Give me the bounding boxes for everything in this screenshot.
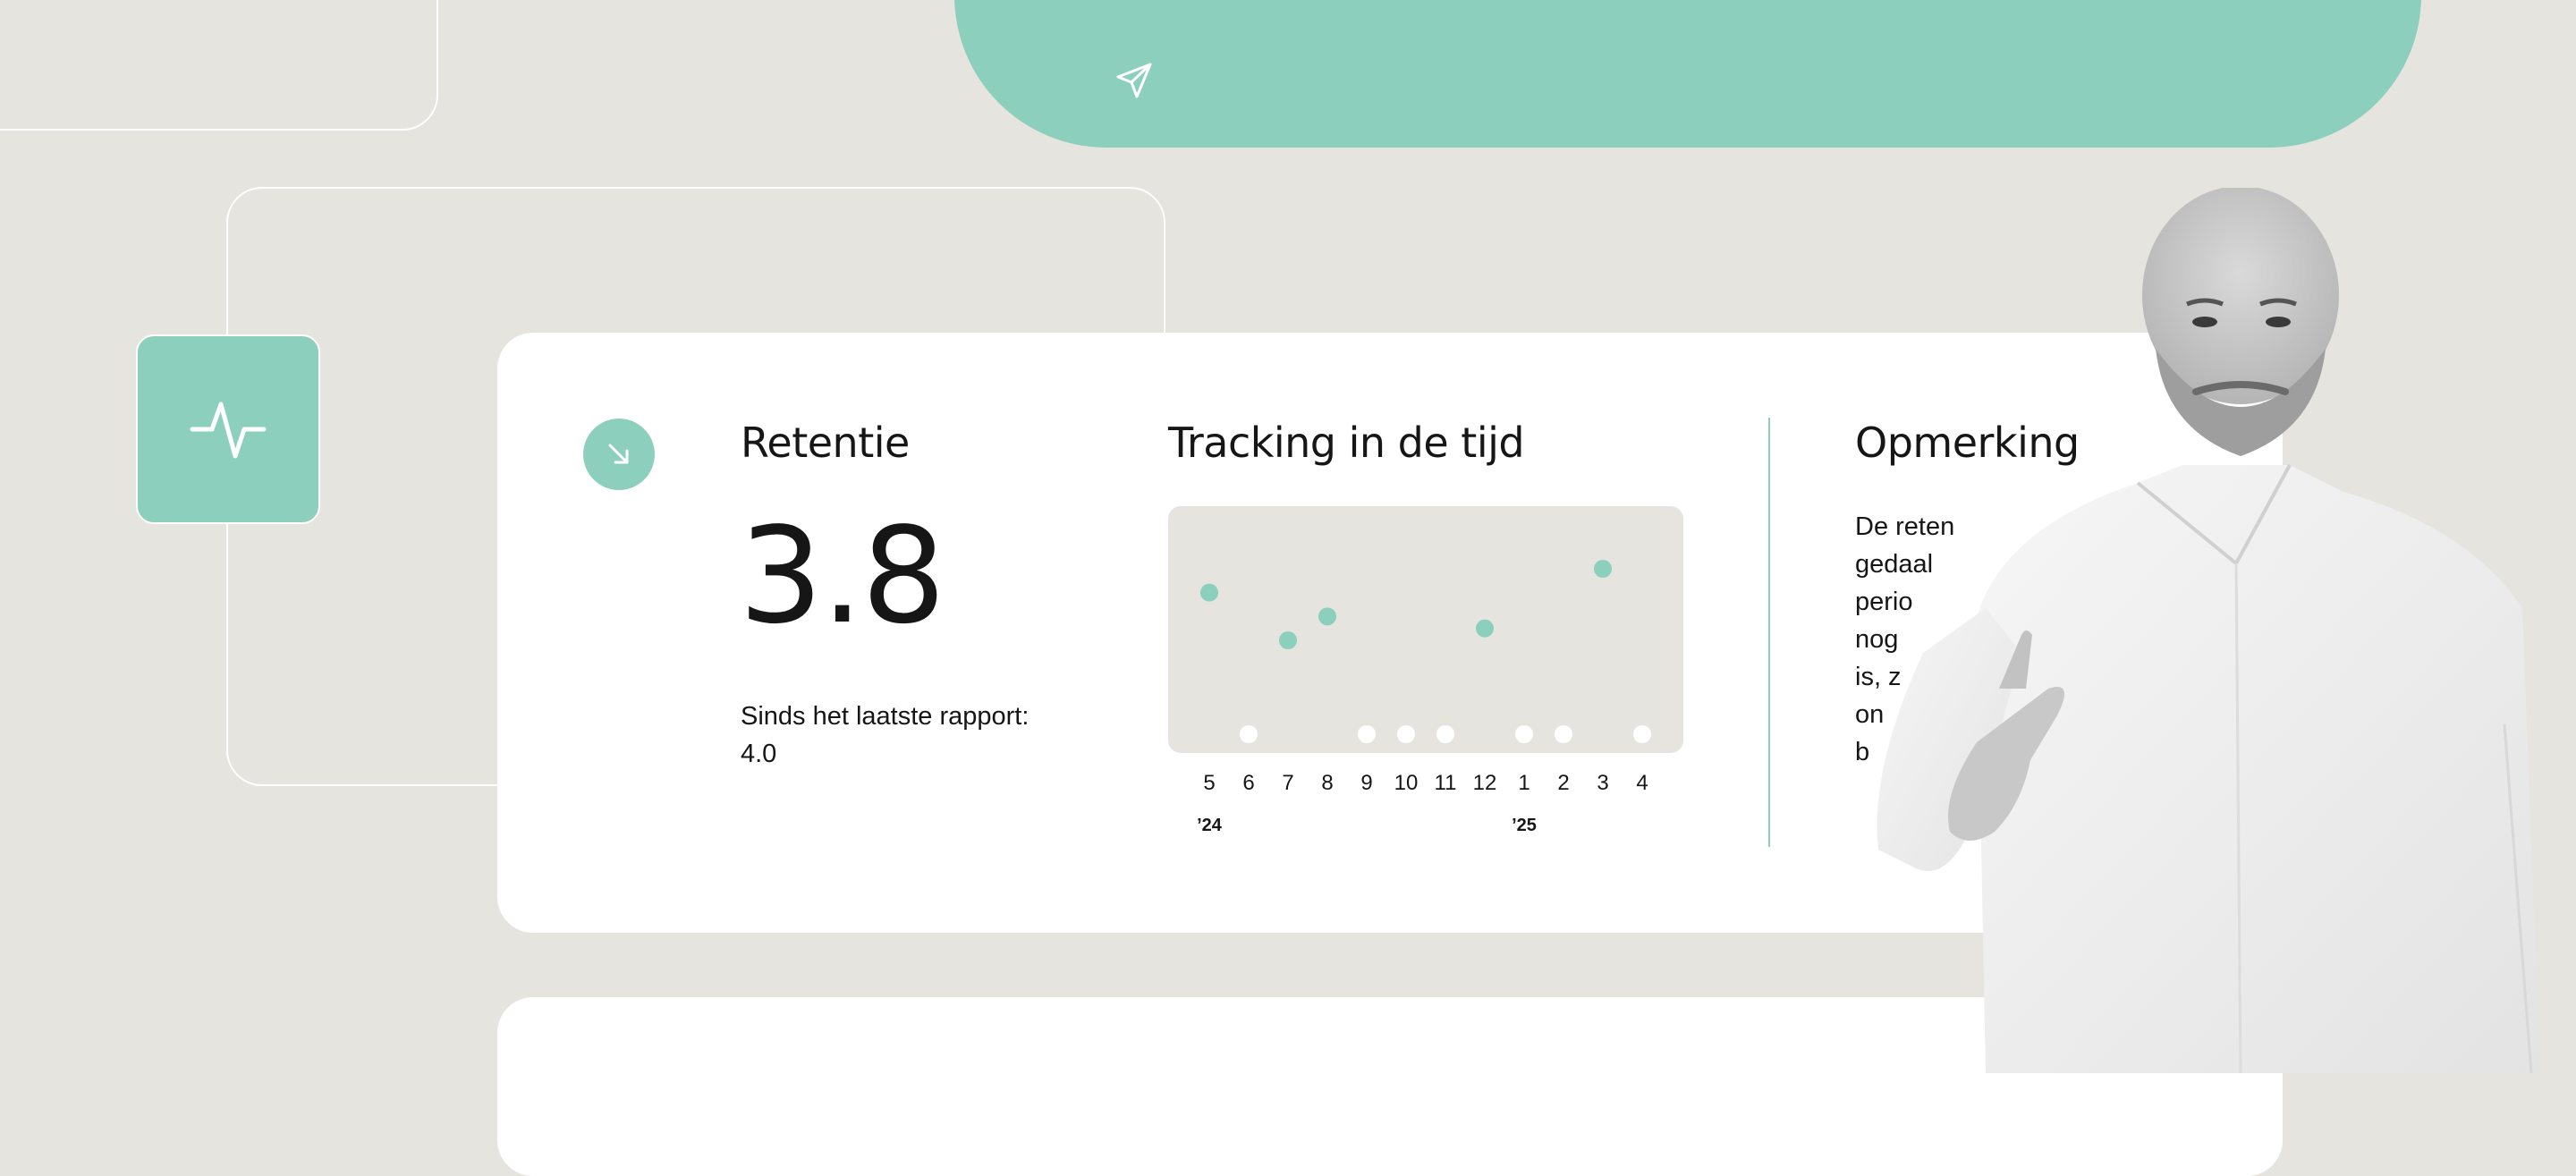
previous-report-label: Sinds het laatste rapport:: [741, 702, 1030, 731]
chart-point: [1594, 560, 1612, 578]
chart-point: [1476, 619, 1494, 638]
tracking-title: Tracking in de tijd: [1168, 419, 1525, 467]
background-outline-frame: [0, 0, 438, 131]
previous-report-value: 4.0: [741, 740, 777, 768]
tracking-chart: [1168, 506, 1683, 753]
chart-point: [1633, 725, 1651, 743]
chart-tick-label: 8: [1321, 771, 1334, 795]
chart-year-label: ’24: [1197, 816, 1222, 835]
metric-title: Retentie: [741, 419, 910, 467]
chart-point: [1358, 725, 1376, 743]
chart-tick-label: 5: [1203, 771, 1216, 795]
chart-point: [1397, 725, 1415, 743]
chart-tick-label: 10: [1394, 771, 1419, 795]
chart-tick-label: 6: [1242, 771, 1255, 795]
send-icon[interactable]: [1113, 59, 1156, 102]
chart-tick-label: 2: [1557, 771, 1570, 795]
trend-badge: [583, 419, 655, 490]
previous-report: Sinds het laatste rapport: 4.0: [741, 698, 1098, 773]
presenter-photo: [1843, 186, 2576, 1074]
tracking-chart-svg: [1200, 560, 1651, 743]
header-banner: [954, 0, 2421, 148]
chart-point: [1318, 607, 1336, 626]
metric-value: 3.8: [739, 499, 945, 653]
chart-point: [1515, 725, 1533, 743]
chart-point: [1555, 725, 1572, 743]
chart-point: [1240, 725, 1258, 743]
arrow-down-right-icon: [608, 444, 629, 464]
chart-point: [1200, 583, 1218, 602]
chart-tick-label: 11: [1434, 771, 1457, 795]
chart-tick-label: 4: [1636, 771, 1648, 795]
chart-year-label: ’25: [1512, 816, 1537, 835]
chart-tick-label: 9: [1360, 771, 1373, 795]
chart-tick-label: 3: [1597, 771, 1609, 795]
chart-tick-label: 1: [1518, 771, 1530, 795]
pulse-icon: [190, 402, 267, 459]
pulse-icon-tile: [136, 334, 320, 524]
chart-tick-label: 7: [1282, 771, 1294, 795]
chart-point: [1279, 631, 1297, 649]
chart-point: [1436, 725, 1454, 743]
section-divider: [1768, 418, 1770, 847]
chart-tick-label: 12: [1472, 771, 1497, 795]
